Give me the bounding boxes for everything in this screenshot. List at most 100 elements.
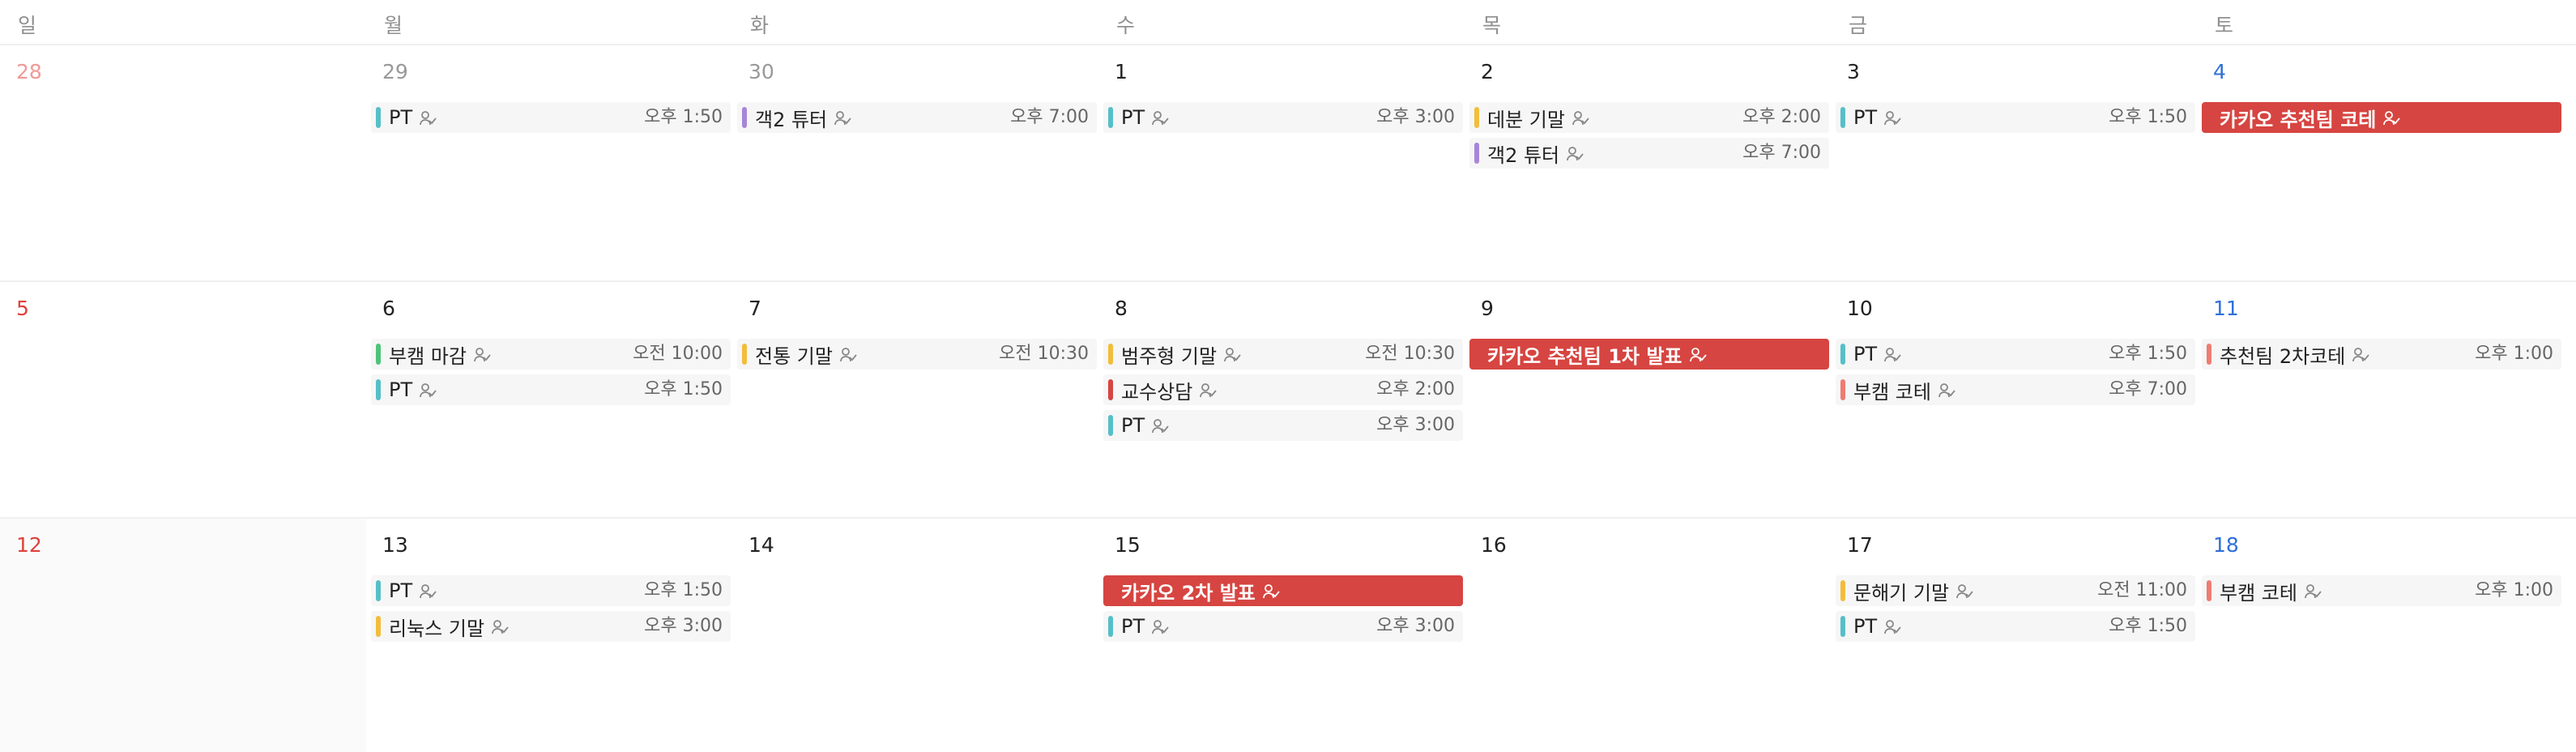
day-number: 15 xyxy=(1115,533,1141,557)
day-cell[interactable]: 11 추천팀 2차코테 오후 1:00 xyxy=(2197,282,2563,517)
event-color-bar xyxy=(742,107,747,128)
event-item[interactable]: PT 오후 3:00 xyxy=(1103,102,1463,133)
event-time: 오후 1:50 xyxy=(2109,344,2187,364)
event-title: PT xyxy=(1121,106,1145,129)
event-allday[interactable]: 카카오 추천팀 1차 발표 xyxy=(1469,339,1829,370)
person-check-icon xyxy=(1151,618,1169,636)
weekday-wed: 수 xyxy=(1116,14,1136,37)
person-check-icon xyxy=(1151,417,1169,435)
event-color-bar xyxy=(1108,344,1113,365)
weekday-tue: 화 xyxy=(750,14,770,37)
event-title: 카카오 2차 발표 xyxy=(1121,581,1256,605)
event-item[interactable]: PT 오후 1:50 xyxy=(1836,611,2195,642)
person-check-icon xyxy=(491,618,509,636)
event-allday[interactable]: 카카오 추천팀 코테 xyxy=(2202,102,2561,133)
event-item[interactable]: 부캠 코테 오후 7:00 xyxy=(1836,374,2195,405)
event-color-bar xyxy=(1108,107,1113,128)
day-cell[interactable]: 13 PT 오후 1:50 리눅스 기말 오후 3:00 xyxy=(366,519,732,752)
day-cell[interactable]: 5 xyxy=(0,282,366,517)
event-item[interactable]: 데분 기말 오후 2:00 xyxy=(1469,102,1829,133)
event-title: 부캠 코테 xyxy=(2220,581,2297,605)
day-number: 17 xyxy=(1847,533,1873,557)
person-check-icon xyxy=(839,346,857,364)
day-events: 카카오 2차 발표 PT 오후 3:00 xyxy=(1098,575,1465,647)
event-time: 오전 10:30 xyxy=(1365,344,1455,364)
day-cell[interactable]: 12 xyxy=(0,519,366,752)
event-item[interactable]: PT 오후 1:50 xyxy=(371,374,731,405)
day-cell[interactable]: 29 PT 오후 1:50 xyxy=(366,45,732,280)
event-item[interactable]: PT 오후 3:00 xyxy=(1103,410,1463,441)
event-item[interactable]: PT 오후 3:00 xyxy=(1103,611,1463,642)
event-color-bar xyxy=(376,580,381,601)
event-item[interactable]: 부캠 마감 오전 10:00 xyxy=(371,339,731,370)
day-cell[interactable]: 15 카카오 2차 발표 PT 오후 3:00 xyxy=(1098,519,1465,752)
calendar-week: 12 13 PT 오후 1:50 리눅스 기말 오후 3:00 14 15 카카오 2차 발표 P… xyxy=(0,519,2576,752)
day-cell[interactable]: 30 객2 튜터 오후 7:00 xyxy=(732,45,1098,280)
day-cell[interactable]: 6 부캠 마감 오전 10:00 PT 오후 1:50 xyxy=(366,282,732,517)
day-cell[interactable]: 3 PT 오후 1:50 xyxy=(1831,45,2197,280)
day-number: 7 xyxy=(748,297,761,320)
event-item[interactable]: 전통 기말 오전 10:30 xyxy=(737,339,1097,370)
day-cell[interactable]: 7 전통 기말 오전 10:30 xyxy=(732,282,1098,517)
person-check-icon xyxy=(1883,346,1901,364)
day-events: PT 오후 1:50 xyxy=(366,102,732,138)
event-color-bar xyxy=(1108,415,1113,436)
event-item[interactable]: 추천팀 2차코테 오후 1:00 xyxy=(2202,339,2561,370)
person-check-icon xyxy=(419,109,437,127)
day-events: 추천팀 2차코테 오후 1:00 xyxy=(2197,339,2563,374)
person-check-icon xyxy=(1689,346,1707,364)
weekday-thu: 목 xyxy=(1482,14,1502,37)
event-item[interactable]: PT 오후 1:50 xyxy=(371,102,731,133)
day-cell[interactable]: 10 PT 오후 1:50 부캠 코테 오후 7:00 xyxy=(1831,282,2197,517)
event-item[interactable]: 교수상담 오후 2:00 xyxy=(1103,374,1463,405)
event-time: 오후 1:50 xyxy=(2109,616,2187,636)
event-item[interactable]: 객2 튜터 오후 7:00 xyxy=(737,102,1097,133)
day-cell[interactable]: 18 부캠 코테 오후 1:00 xyxy=(2197,519,2563,752)
event-item[interactable]: 리눅스 기말 오후 3:00 xyxy=(371,611,731,642)
event-item[interactable]: PT 오후 1:50 xyxy=(1836,339,2195,370)
weekday-fri: 금 xyxy=(1849,14,1868,37)
weekday-mon: 월 xyxy=(384,14,403,37)
day-cell[interactable]: 14 xyxy=(732,519,1098,752)
event-title: 추천팀 2차코테 xyxy=(2220,344,2346,368)
event-title: PT xyxy=(389,378,413,401)
event-title: 문해기 기말 xyxy=(1853,581,1950,605)
event-item[interactable]: PT 오후 1:50 xyxy=(1836,102,2195,133)
person-check-icon xyxy=(1883,109,1901,127)
day-number: 12 xyxy=(16,533,42,557)
event-item[interactable]: 객2 튜터 오후 7:00 xyxy=(1469,138,1829,169)
event-item[interactable]: 부캠 코테 오후 1:00 xyxy=(2202,575,2561,606)
day-number: 18 xyxy=(2213,533,2239,557)
event-time: 오후 2:00 xyxy=(1742,107,1821,127)
day-number: 13 xyxy=(382,533,408,557)
event-title: PT xyxy=(1853,615,1878,638)
event-item[interactable]: 범주형 기말 오전 10:30 xyxy=(1103,339,1463,370)
event-time: 오후 1:50 xyxy=(2109,107,2187,127)
event-item[interactable]: PT 오후 1:50 xyxy=(371,575,731,606)
day-cell[interactable]: 4 카카오 추천팀 코테 xyxy=(2197,45,2563,280)
day-events: PT 오후 3:00 xyxy=(1098,102,1465,138)
event-time: 오후 1:50 xyxy=(644,580,723,600)
day-cell[interactable]: 1 PT 오후 3:00 xyxy=(1098,45,1465,280)
day-cell[interactable]: 8 범주형 기말 오전 10:30 교수상담 오후 2:00 PT 오후 3:00 xyxy=(1098,282,1465,517)
event-color-bar xyxy=(742,344,747,365)
event-item[interactable]: 문해기 기말 오전 11:00 xyxy=(1836,575,2195,606)
day-events: 객2 튜터 오후 7:00 xyxy=(732,102,1098,138)
person-check-icon xyxy=(834,109,851,127)
day-cell[interactable]: 28 xyxy=(0,45,366,280)
weekday-sat: 토 xyxy=(2215,14,2234,37)
event-title: PT xyxy=(1121,414,1145,437)
day-number: 11 xyxy=(2213,297,2239,320)
event-allday[interactable]: 카카오 2차 발표 xyxy=(1103,575,1463,606)
day-events: 범주형 기말 오전 10:30 교수상담 오후 2:00 PT 오후 3:00 xyxy=(1098,339,1465,446)
day-cell[interactable]: 17 문해기 기말 오전 11:00 PT 오후 1:50 xyxy=(1831,519,2197,752)
day-events: 부캠 마감 오전 10:00 PT 오후 1:50 xyxy=(366,339,732,410)
person-check-icon xyxy=(419,583,437,600)
day-cell[interactable]: 9 카카오 추천팀 1차 발표 xyxy=(1465,282,1831,517)
event-title: 카카오 추천팀 1차 발표 xyxy=(1487,344,1683,368)
day-cell[interactable]: 2 데분 기말 오후 2:00 객2 튜터 오후 7:00 xyxy=(1465,45,1831,280)
day-cell[interactable]: 16 xyxy=(1465,519,1831,752)
person-check-icon xyxy=(1151,109,1169,127)
event-title: 카카오 추천팀 코테 xyxy=(2220,108,2377,131)
event-color-bar xyxy=(376,107,381,128)
